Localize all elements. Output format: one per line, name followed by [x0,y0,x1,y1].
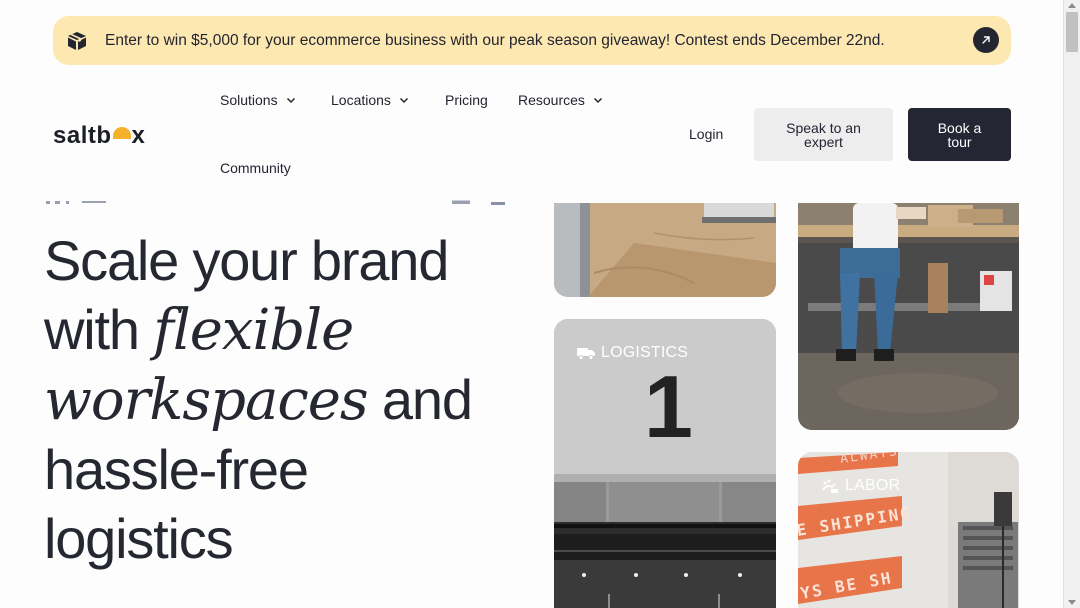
hero-line-3: workspaces and [44,365,514,435]
labor-label: LABOR [821,477,900,495]
login-link[interactable]: Login [689,126,723,142]
clipped-rating-row [46,201,106,204]
labor-image-card[interactable]: ALWAYS E SHIPPING YS BE SH LABOR [798,452,1019,608]
logistics-door-number: 1 [644,357,693,456]
nav-pricing[interactable]: Pricing [445,92,488,108]
hero-line-2-plain: with [44,298,154,361]
warehouse-floor-image-card[interactable] [554,203,776,297]
speak-to-expert-button[interactable]: Speak to an expert [754,108,893,161]
clipped-divider [491,202,505,205]
chevron-down-icon [286,97,295,104]
scroll-down-arrow-icon[interactable] [1068,600,1076,605]
logistics-image-card[interactable]: 1 LOGISTICS [554,319,776,608]
nav-solutions-label: Solutions [220,92,278,108]
hero-heading: Scale your brand with flexible workspace… [44,226,514,573]
promo-banner[interactable]: Enter to win $5,000 for your ecommerce b… [53,16,1011,65]
saltbox-logo[interactable]: saltb x [53,121,145,151]
logo-text-start: saltb [53,122,112,149]
truck-icon [577,347,595,360]
nav-community[interactable]: Community [220,160,291,176]
hero-line-4: hassle-free [44,438,309,501]
banner-arrow-button[interactable] [973,27,999,53]
hero-italic-workspaces: workspaces [44,368,369,433]
nav-pricing-label: Pricing [445,92,488,108]
logistics-label-text: LOGISTICS [601,344,689,361]
arrow-up-right-icon [982,36,990,44]
logo-sun-mark [112,127,131,139]
nav-locations[interactable]: Locations [331,92,409,108]
hero-line-3-plain: and [367,368,473,431]
nav-community-label: Community [220,160,291,176]
logo-text-end: x [131,122,146,149]
nav-locations-label: Locations [331,92,391,108]
labor-icon [822,479,838,493]
warehouse-floor-photo [554,203,776,297]
book-tour-button[interactable]: Book a tour [908,108,1011,161]
logistics-label: LOGISTICS [577,344,688,362]
hero-line-2: with flexible [44,295,514,365]
vertical-scrollbar[interactable] [1063,0,1080,608]
scroll-up-arrow-icon[interactable] [1068,3,1076,8]
worker-packing-photo [798,203,1019,430]
promo-banner-text: Enter to win $5,000 for your ecommerce b… [105,32,885,49]
worker-workbench-image-card[interactable] [798,203,1019,430]
scroll-thumb[interactable] [1066,12,1078,52]
package-box-icon [68,32,86,50]
chevron-down-icon [399,97,408,104]
hero-italic-flexible: flexible [153,298,354,363]
hero-line-5: logistics [44,507,234,570]
labor-label-text: LABOR [845,477,901,494]
chevron-down-icon [593,97,602,104]
nav-resources-label: Resources [518,92,585,108]
clipped-label [452,198,470,204]
nav-solutions[interactable]: Solutions [220,92,296,108]
page: Enter to win $5,000 for your ecommerce b… [0,0,1080,608]
nav-resources[interactable]: Resources [518,92,603,108]
hero-line-1: Scale your brand [44,229,449,292]
